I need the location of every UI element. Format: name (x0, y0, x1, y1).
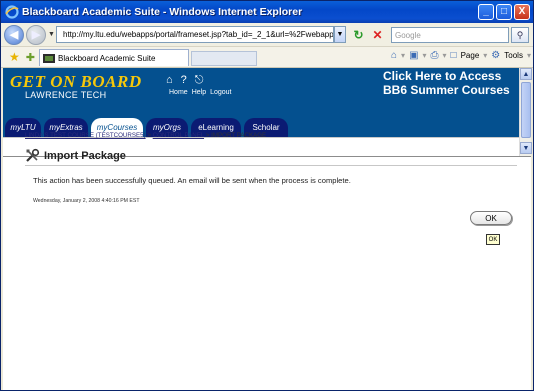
ok-button[interactable]: OK (470, 211, 512, 225)
history-dropdown-icon[interactable]: ▼ (48, 31, 56, 38)
portal-banner: GET ON BOARD LAWRENCE TECH ⌂ ? ⎋ Home He… (3, 68, 519, 116)
ok-small-button[interactable]: OK (486, 234, 500, 245)
add-favorites-icon[interactable]: ✚ (26, 51, 35, 64)
page-menu-label[interactable]: Page (461, 51, 480, 60)
home-dropdown-icon[interactable]: ▾ (401, 51, 405, 60)
portal-scrollbar[interactable]: ▲ ▼ (519, 68, 532, 156)
breadcrumb-course-link[interactable]: LINDA'S TEST COURSE (TESTCOURSE5) (25, 132, 146, 139)
favorites-star-icon[interactable]: ★ (9, 50, 20, 64)
feeds-icon[interactable]: ▣ (409, 50, 418, 61)
timestamp: Wednesday, January 2, 2008 4:40:16 PM ES… (33, 198, 140, 204)
breadcrumb: LINDA'S TEST COURSE (TESTCOURSE5) > CONT… (25, 132, 266, 139)
promo-line-2[interactable]: BB6 Summer Courses (383, 83, 510, 97)
page-header: Import Package (25, 148, 126, 163)
breadcrumb-separator: > (147, 132, 151, 139)
tools-menu-label[interactable]: Tools (504, 51, 523, 60)
tab-title: Blackboard Academic Suite (58, 53, 156, 63)
scroll-up-icon[interactable]: ▲ (520, 68, 532, 80)
portal-logo-subtitle: LAWRENCE TECH (25, 90, 107, 100)
search-icon[interactable]: ⚲ (511, 27, 529, 43)
close-button[interactable]: X (514, 4, 530, 20)
portal-logo[interactable]: GET ON BOARD (10, 72, 142, 92)
tools-menu-icon[interactable]: ⚙ (491, 50, 500, 61)
title-divider (25, 165, 517, 166)
title-bar[interactable]: Blackboard Academic Suite - Windows Inte… (1, 1, 533, 23)
maximize-button[interactable]: □ (496, 4, 512, 20)
breadcrumb-current: IMPORT PACKAGE (211, 132, 267, 139)
print-icon[interactable]: ⎙ (431, 50, 439, 61)
window-controls: _ □ X (478, 4, 530, 20)
address-url[interactable]: http://my.ltu.edu/webapps/portal/framese… (63, 30, 333, 39)
feeds-dropdown-icon[interactable]: ▾ (423, 51, 427, 60)
ie-logo-icon (5, 5, 19, 19)
forward-button[interactable]: ▶ (26, 24, 46, 45)
portal-top-icons: ⌂ ? ⎋ (166, 74, 203, 87)
scroll-down-icon[interactable]: ▼ (520, 142, 532, 154)
address-dropdown-icon[interactable]: ▼ (334, 26, 346, 43)
page-menu-icon[interactable]: □ (451, 50, 457, 61)
logout-link[interactable]: Logout (210, 89, 231, 96)
window-title: Blackboard Academic Suite - Windows Inte… (22, 6, 303, 18)
minimize-button[interactable]: _ (478, 4, 494, 20)
bb6-promo-link[interactable]: Click Here to Access BB6 Summer Courses (383, 69, 510, 97)
status-message: This action has been successfully queued… (33, 176, 351, 185)
page-title: Import Package (44, 149, 126, 162)
back-button[interactable]: ◀ (4, 24, 24, 45)
page-content: GET ON BOARD LAWRENCE TECH ⌂ ? ⎋ Home He… (3, 68, 532, 390)
blackboard-tab-icon (43, 53, 55, 63)
breadcrumb-control-panel-link[interactable]: CONTROL PANEL (153, 132, 204, 139)
favorites-bar: ★ ✚ Blackboard Academic Suite ⌂ ▾ ▣ ▾ ⎙ … (1, 47, 533, 68)
home-link-icon[interactable]: ⌂ (166, 74, 173, 87)
search-input[interactable]: Google (391, 27, 509, 43)
refresh-icon[interactable]: ↻ (351, 27, 366, 42)
wrench-screwdriver-icon (26, 148, 40, 162)
print-dropdown-icon[interactable]: ▾ (443, 51, 447, 60)
browser-tab[interactable]: Blackboard Academic Suite (39, 49, 189, 66)
portal-top-links: Home Help Logout (169, 89, 232, 96)
new-tab-button[interactable] (191, 51, 257, 66)
logout-link-icon[interactable]: ⎋ (195, 74, 204, 87)
scroll-thumb[interactable] (521, 82, 531, 138)
help-link[interactable]: Help (192, 89, 206, 96)
address-bar[interactable]: http://my.ltu.edu/webapps/portal/framese… (56, 26, 334, 43)
browser-window: Blackboard Academic Suite - Windows Inte… (0, 0, 534, 391)
help-link-icon[interactable]: ? (181, 74, 187, 87)
home-link[interactable]: Home (169, 89, 188, 96)
command-bar: ⌂ ▾ ▣ ▾ ⎙ ▾ □ Page ▾ ⚙ Tools ▾ (391, 50, 531, 61)
stop-icon[interactable]: ✕ (370, 27, 385, 42)
tools-dropdown-icon[interactable]: ▾ (527, 51, 531, 60)
promo-line-1[interactable]: Click Here to Access (383, 69, 510, 83)
home-icon[interactable]: ⌂ (391, 50, 397, 61)
breadcrumb-separator: > (205, 132, 210, 139)
page-dropdown-icon[interactable]: ▾ (483, 51, 487, 60)
navigation-bar: ◀ ▶ ▼ http://my.ltu.edu/webapps/portal/f… (1, 23, 533, 47)
